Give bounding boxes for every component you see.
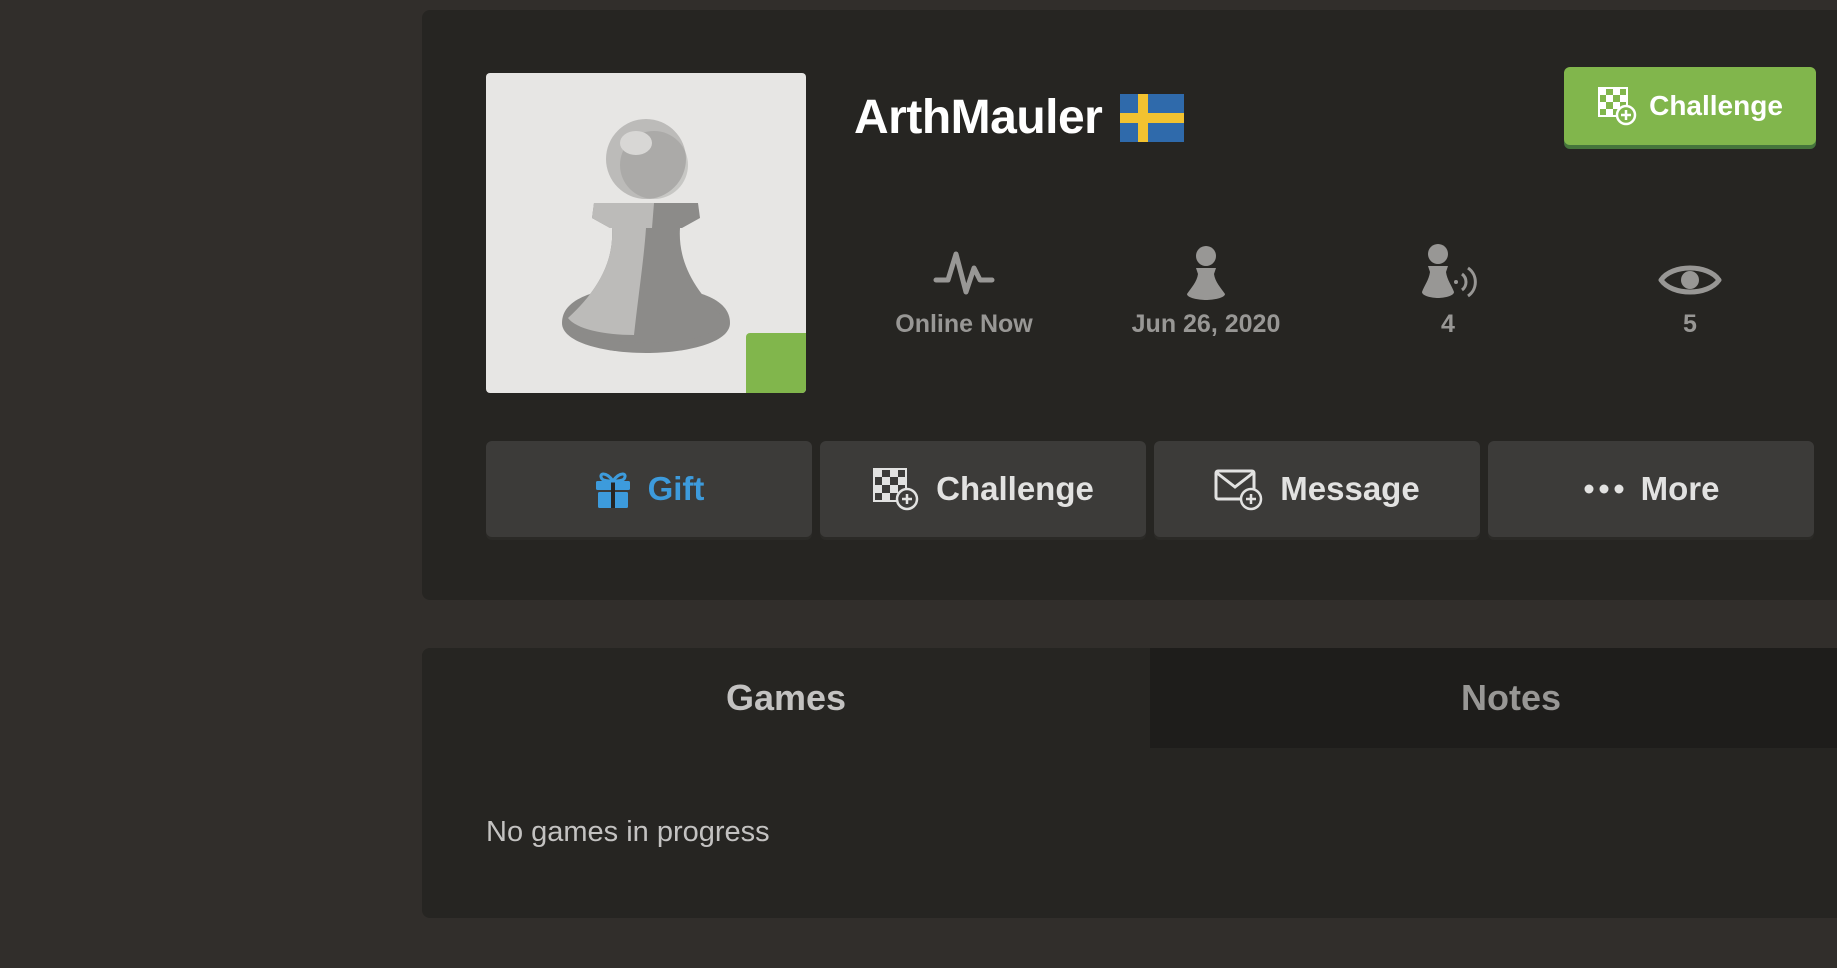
tab-notes[interactable]: Notes [1150, 648, 1837, 748]
followers-icon [1422, 244, 1477, 298]
stat-followers-value: 4 [1441, 310, 1455, 338]
stat-followers: 4 [1338, 238, 1558, 339]
pawn-joined-icon [1187, 246, 1225, 300]
tab-notes-label: Notes [1460, 677, 1562, 718]
gift-icon [595, 472, 630, 508]
stat-joined-date: Jun 26, 2020 [1096, 238, 1316, 339]
sweden-flag-icon [1120, 93, 1185, 142]
gift-button-label: Gift [647, 470, 705, 507]
stat-joined-value: Jun 26, 2020 [1131, 310, 1281, 338]
tab-games-label: Games [725, 677, 847, 718]
no-games-message: No games in progress [486, 816, 770, 848]
games-notes-panel: Games Notes No games in progress [422, 648, 1837, 918]
message-icon [1214, 469, 1263, 511]
gift-button[interactable]: Gift [486, 441, 812, 537]
avatar[interactable] [486, 73, 806, 393]
username: ArthMauler [854, 91, 1103, 144]
stat-views: 5 [1580, 238, 1800, 339]
challenge-board-icon [1598, 87, 1637, 126]
challenge-button-label: Challenge [936, 470, 1094, 507]
stat-online-value: Online Now [895, 310, 1033, 338]
more-button-label: More [1640, 470, 1720, 507]
challenge-primary-label: Challenge [1649, 90, 1783, 121]
profile-card: ArthMauler Challenge Online Now Jun 26, … [422, 10, 1837, 600]
stat-views-value: 5 [1683, 310, 1697, 338]
message-button-label: Message [1280, 470, 1420, 507]
eye-views-icon [1658, 265, 1722, 295]
more-dots-icon [1584, 484, 1624, 494]
challenge-primary-button[interactable]: Challenge [1564, 67, 1816, 145]
challenge-board-icon [873, 468, 919, 511]
profile-stats: Online Now Jun 26, 2020 4 5 [854, 238, 1837, 348]
more-button[interactable]: More [1488, 441, 1814, 537]
message-button[interactable]: Message [1154, 441, 1480, 537]
online-status-indicator [746, 333, 806, 393]
challenge-button[interactable]: Challenge [820, 441, 1146, 537]
tab-games[interactable]: Games [422, 648, 1150, 748]
activity-pulse-icon [933, 251, 995, 295]
username-row: ArthMauler [854, 90, 1185, 145]
stat-online-status: Online Now [854, 238, 1074, 339]
